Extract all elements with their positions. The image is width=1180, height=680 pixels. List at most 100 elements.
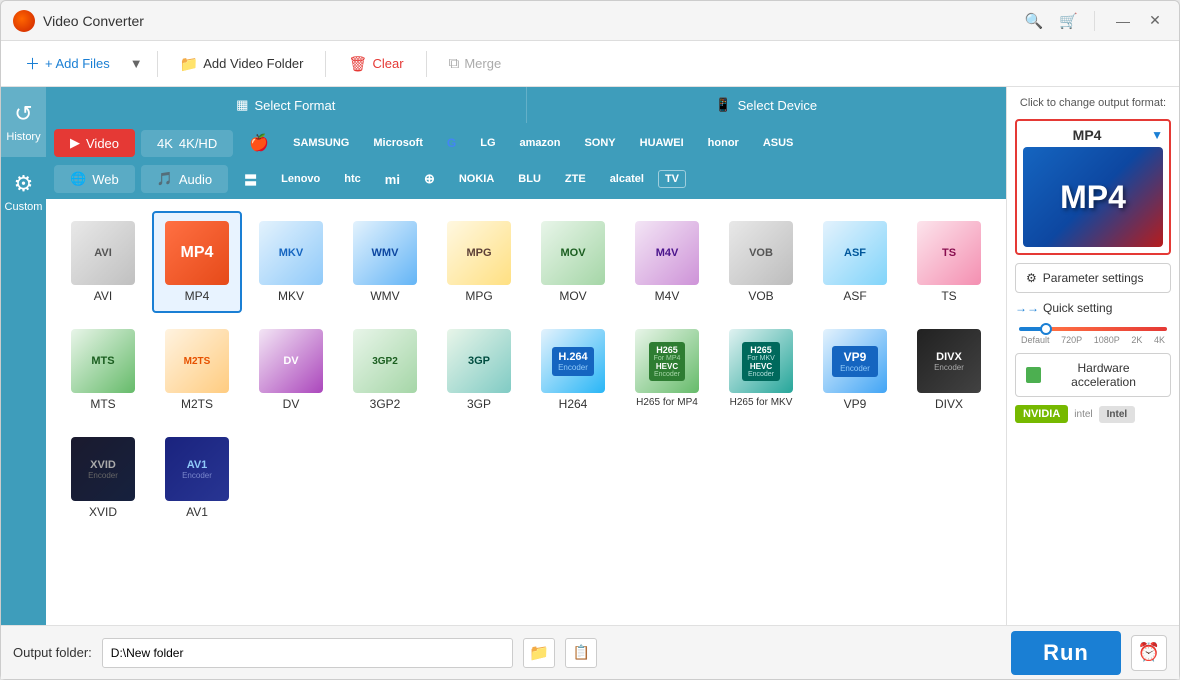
plus-icon: ＋ <box>25 53 40 74</box>
sidebar-item-custom[interactable]: ⚙ Custom <box>1 157 46 227</box>
bottom-bar: Output folder: 📁 📋 Run ⏰ <box>1 625 1179 679</box>
sidebar-item-label-custom: Custom <box>5 201 43 213</box>
cart-icon[interactable]: 🛒 <box>1059 12 1078 30</box>
format-item-ts[interactable]: TS TS <box>904 211 994 313</box>
format-item-mpg[interactable]: MPG MPG <box>434 211 524 313</box>
web-type-button[interactable]: 🌐 Web <box>54 165 135 193</box>
tab-select-format[interactable]: ▦ Select Format <box>46 87 527 123</box>
format-item-mov[interactable]: MOV MOV <box>528 211 618 313</box>
brand-microsoft[interactable]: Microsoft <box>363 133 433 153</box>
format-item-vp9[interactable]: VP9 Encoder VP9 <box>810 319 900 421</box>
format-item-dv[interactable]: DV DV <box>246 319 336 421</box>
search-icon[interactable]: 🔍 <box>1025 12 1044 30</box>
brand-apple[interactable]: 🍎 <box>239 129 279 157</box>
format-item-h264[interactable]: H.264 Encoder H264 <box>528 319 618 421</box>
format-item-divx[interactable]: DIVX Encoder DIVX <box>904 319 994 421</box>
intel-badge[interactable]: Intel <box>1099 406 1136 423</box>
minimize-button[interactable]: — <box>1111 9 1135 33</box>
custom-icon: ⚙ <box>14 171 34 197</box>
format-icon: ▦ <box>236 97 248 113</box>
output-path-input[interactable] <box>102 638 514 668</box>
format-grid: AVI AVI MP4 MP4 MKV <box>46 199 1006 625</box>
save-path-button[interactable]: 📋 <box>565 638 597 668</box>
format-item-mkv[interactable]: MKV MKV <box>246 211 336 313</box>
4khd-type-button[interactable]: 4K 4K/HD <box>141 130 233 157</box>
sidebar-item-history[interactable]: ↺ History <box>1 87 46 157</box>
output-format-dropdown[interactable]: ▼ <box>1151 128 1163 142</box>
param-icon: ⚙ <box>1026 271 1037 285</box>
nvidia-badge[interactable]: NVIDIA <box>1015 405 1068 423</box>
format-item-mp4[interactable]: MP4 MP4 <box>152 211 242 313</box>
parameter-settings-button[interactable]: ⚙ Parameter settings <box>1015 263 1171 293</box>
folder-browse-icon: 📁 <box>529 643 549 663</box>
brand-samsung[interactable]: SAMSUNG <box>283 133 359 153</box>
brand-lg[interactable]: LG <box>470 133 505 153</box>
sidebar: ↺ History ⚙ Custom <box>1 87 46 625</box>
qs-thumb[interactable] <box>1040 323 1052 335</box>
clear-button[interactable]: 🗑 Clear <box>336 50 415 78</box>
format-item-avi[interactable]: AVI AVI <box>58 211 148 313</box>
format-item-xvid[interactable]: XVID Encoder XVID <box>58 427 148 529</box>
format-item-h265mkv[interactable]: H265 For MKV HEVC Encoder H265 for MKV <box>716 319 806 421</box>
brand-moto[interactable]: 〓 <box>234 166 267 193</box>
run-button[interactable]: Run <box>1011 631 1121 675</box>
format-item-av1[interactable]: AV1 Encoder AV1 <box>152 427 242 529</box>
format-item-mts[interactable]: MTS MTS <box>58 319 148 421</box>
format-item-wmv[interactable]: WMV WMV <box>340 211 430 313</box>
format-item-m2ts[interactable]: M2TS M2TS <box>152 319 242 421</box>
format-area: ▦ Select Format 📱 Select Device ▶ Video <box>46 87 1006 625</box>
folder-icon: 📁 <box>180 55 199 73</box>
brand-asus[interactable]: ASUS <box>753 133 804 153</box>
format-device-tabs: ▦ Select Format 📱 Select Device <box>46 87 1006 123</box>
brand-amazon[interactable]: amazon <box>510 133 571 153</box>
brand-oneplus[interactable]: ⊕ <box>414 167 445 191</box>
main-content: ↺ History ⚙ Custom ▦ Select Format 📱 <box>1 87 1179 625</box>
close-button[interactable]: ✕ <box>1143 9 1167 33</box>
output-format-preview: MP4 <box>1023 147 1163 247</box>
format-item-asf[interactable]: ASF ASF <box>810 211 900 313</box>
brand-google[interactable]: G <box>437 132 466 154</box>
brand-huawei[interactable]: HUAWEI <box>630 133 694 153</box>
alarm-icon: ⏰ <box>1138 642 1160 663</box>
hw-chip-icon <box>1026 367 1041 383</box>
qs-arrow-icon: →→ <box>1015 301 1039 315</box>
intel-label: intel <box>1074 409 1092 420</box>
output-format-header: MP4 ▼ <box>1023 127 1163 143</box>
brand-blu[interactable]: BLU <box>508 169 551 189</box>
format-item-m4v[interactable]: M4V M4V <box>622 211 712 313</box>
format-item-3gp[interactable]: 3GP 3GP <box>434 319 524 421</box>
brand-tv[interactable]: TV <box>658 170 686 188</box>
hardware-acceleration-button[interactable]: Hardware acceleration <box>1015 353 1171 397</box>
format-item-h265mp4[interactable]: H265 For MP4 HEVC Encoder H265 for MP4 <box>622 319 712 421</box>
app-title: Video Converter <box>43 13 1025 29</box>
select-device-label: Select Device <box>738 98 817 113</box>
tab-select-device[interactable]: 📱 Select Device <box>527 87 1007 123</box>
brand-htc[interactable]: htc <box>334 169 371 189</box>
add-folder-button[interactable]: 📁 Add Video Folder <box>168 50 316 78</box>
format-item-3gp2[interactable]: 3GP2 3GP2 <box>340 319 430 421</box>
merge-button[interactable]: ⧉ Merge <box>437 50 514 77</box>
brand-nokia[interactable]: NOKIA <box>449 169 504 189</box>
toolbar-separator-2 <box>325 51 326 77</box>
add-files-button[interactable]: ＋ + Add Files <box>13 48 122 79</box>
qs-slider-container: Default 720P 1080P 2K 4K <box>1015 315 1171 345</box>
output-folder-label: Output folder: <box>13 645 92 660</box>
brand-mi[interactable]: mi <box>375 168 410 191</box>
merge-icon: ⧉ <box>449 55 460 72</box>
brand-alcatel[interactable]: alcatel <box>600 169 654 189</box>
format-row-2: MTS MTS M2TS M2TS DV <box>58 319 994 421</box>
browse-folder-button[interactable]: 📁 <box>523 638 555 668</box>
brand-sony[interactable]: SONY <box>574 133 625 153</box>
output-format-hint: Click to change output format: <box>1015 95 1171 111</box>
brand-lenovo[interactable]: Lenovo <box>271 169 330 189</box>
title-bar: Video Converter 🔍 🛒 — ✕ <box>1 1 1179 41</box>
format-item-vob[interactable]: VOB VOB <box>716 211 806 313</box>
save-path-icon: 📋 <box>573 644 590 661</box>
brand-honor[interactable]: honor <box>698 133 749 153</box>
alarm-button[interactable]: ⏰ <box>1131 635 1167 671</box>
qs-track <box>1019 327 1167 331</box>
brand-zte[interactable]: ZTE <box>555 169 596 189</box>
video-type-button[interactable]: ▶ Video <box>54 129 135 157</box>
audio-type-button[interactable]: 🎵 Audio <box>141 165 228 193</box>
dropdown-arrow-button[interactable]: ▼ <box>126 51 147 76</box>
